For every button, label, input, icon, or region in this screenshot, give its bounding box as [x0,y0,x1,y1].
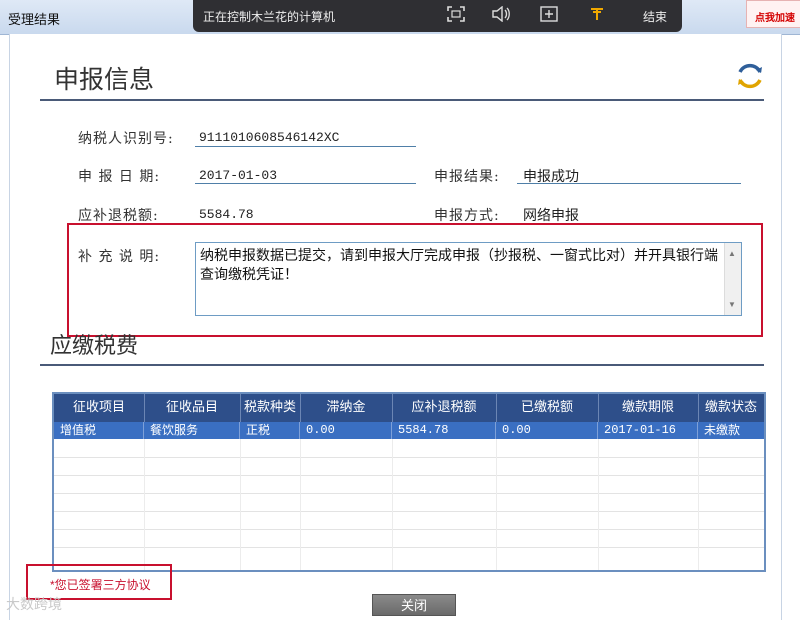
end-session-button[interactable]: 结束 [643,8,667,25]
tax-section-divider [40,364,764,366]
column-header[interactable]: 征收项目 [54,394,145,422]
refund-amount-label: 应补退税额: [78,208,159,224]
grid-line [240,439,241,570]
grid-line [54,511,764,512]
column-header[interactable]: 已缴税额 [496,394,599,422]
tax-table: 征收项目 征收品目 税款种类 滞纳金 应补退税额 已缴税额 缴款期限 缴款状态 … [52,392,766,572]
screenshot-icon[interactable] [538,6,560,26]
table-cell: 0.00 [496,422,598,439]
remote-control-bar: 正在控制木兰花的计算机 结束 [193,0,682,32]
page-title: 申报信息 [54,66,155,94]
grid-line [54,547,764,548]
taxpayer-id-underline [195,146,416,147]
table-row[interactable]: 增值税 餐饮服务 正税 0.00 5584.78 0.00 2017-01-16… [54,422,764,439]
table-cell: 增值税 [54,422,144,439]
grid-line [300,439,301,570]
column-header[interactable]: 缴款期限 [598,394,699,422]
volume-icon[interactable] [490,5,512,26]
close-button[interactable]: 关闭 [372,594,456,616]
table-cell: 2017-01-16 [598,422,698,439]
taxpayer-id-value: 9111010608546142XC [199,130,340,145]
column-header[interactable]: 缴款状态 [698,394,764,422]
refund-amount-value: 5584.78 [199,207,254,222]
speedup-badge[interactable]: 点我加速 [746,0,800,28]
note-highlight-box [67,223,763,337]
table-cell: 0.00 [300,422,392,439]
watermark: 大数跨境 [6,596,62,612]
remote-title: 正在控制木兰花的计算机 [203,10,336,24]
window-title: 受理结果 [8,12,61,27]
agreement-note: *您已签署三方协议 [50,578,151,592]
grid-line [54,493,764,494]
column-header[interactable]: 滞纳金 [300,394,393,422]
grid-line [54,529,764,530]
declare-date-label: 申 报 日 期: [78,169,161,185]
column-header[interactable]: 税款种类 [240,394,301,422]
grid-line [54,475,764,476]
table-header: 征收项目 征收品目 税款种类 滞纳金 应补退税额 已缴税额 缴款期限 缴款状态 [54,394,764,422]
declare-result-label: 申报结果: [434,169,500,185]
speedup-label: 点我加速 [755,13,795,24]
declare-method-value: 网络申报 [523,207,579,223]
pin-icon[interactable] [586,6,608,26]
grid-line [698,439,699,570]
table-cell: 未缴款 [704,423,741,437]
table-cell: 餐饮服务 [144,422,240,439]
tax-section-title: 应缴税费 [50,333,139,358]
table-cell: 正税 [240,422,300,439]
refresh-icon[interactable] [734,60,766,92]
declare-method-label: 申报方式: [434,208,500,224]
table-cell: 5584.78 [392,422,496,439]
taxpayer-id-label: 纳税人识别号: [78,131,174,147]
declare-result-underline [517,183,741,184]
declare-date-value: 2017-01-03 [199,168,278,183]
fullscreen-icon[interactable] [445,6,467,26]
grid-line [598,439,599,570]
column-header[interactable]: 征收品目 [144,394,241,422]
grid-line [496,439,497,570]
grid-line [392,439,393,570]
header-divider [40,99,764,101]
grid-line [54,457,764,458]
declare-date-underline [195,183,416,184]
grid-line [144,439,145,570]
column-header[interactable]: 应补退税额 [392,394,497,422]
